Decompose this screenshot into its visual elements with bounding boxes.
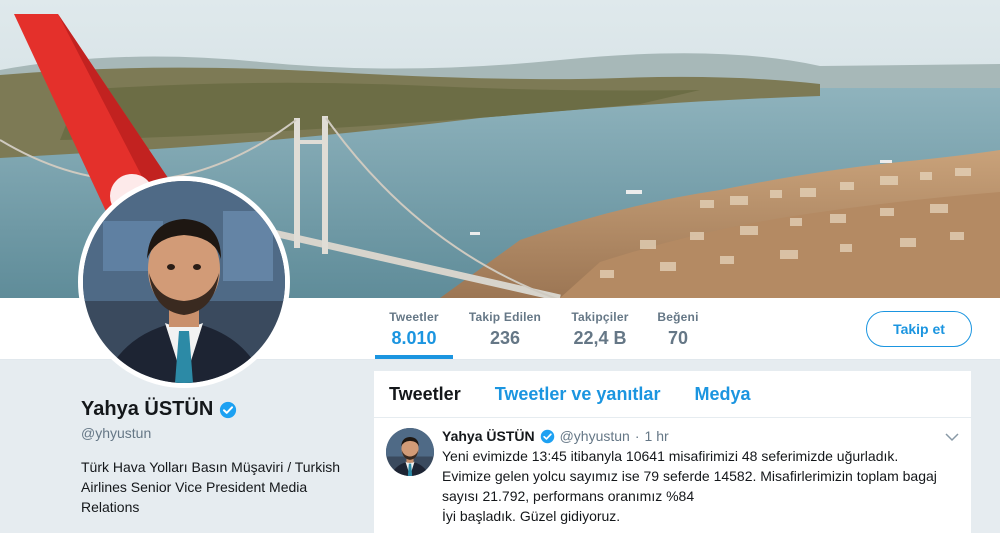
tab-media[interactable]: Medya <box>694 384 750 405</box>
stat-likes-value: 70 <box>667 328 689 348</box>
tweet-author[interactable]: Yahya ÜSTÜN <box>442 428 535 444</box>
stat-likes-label: Beğeni <box>657 310 699 324</box>
timeline-tabs: Tweetler Tweetler ve yanıtlar Medya <box>374 371 971 418</box>
stat-following[interactable]: Takip Edilen 236 <box>465 310 545 349</box>
stat-tweets-value: 8.010 <box>391 328 437 348</box>
tweet-text-line: sayısı 21.792, performans oranımız %84 <box>442 488 695 504</box>
profile-handle: @yhyustun <box>81 425 152 441</box>
tweet-avatar-portrait <box>386 428 434 476</box>
verified-badge-icon <box>540 429 554 443</box>
tab-tweets-and-replies[interactable]: Tweetler ve yanıtlar <box>495 384 661 405</box>
stat-following-label: Takip Edilen <box>468 310 542 324</box>
tweet-header: Yahya ÜSTÜN @yhyustun · 1 hr <box>442 428 956 444</box>
tweet-separator: · <box>634 428 640 444</box>
stat-followers-value: 22,4 B <box>573 328 627 348</box>
follow-button[interactable]: Takip et <box>866 311 972 347</box>
tweet-avatar[interactable] <box>386 428 434 476</box>
stat-tweets[interactable]: Tweetler 8.010 <box>375 310 453 359</box>
stat-followers[interactable]: Takipçiler 22,4 B <box>562 310 638 349</box>
stat-following-value: 236 <box>489 328 521 348</box>
tweet-item[interactable]: Yahya ÜSTÜN @yhyustun · 1 hr Yeni evimiz… <box>374 418 971 533</box>
profile-bio: Türk Hava Yolları Basın Müşaviri / Turki… <box>81 459 341 515</box>
tweet-handle[interactable]: @yhyustun <box>560 428 630 444</box>
chevron-down-icon[interactable] <box>945 432 959 442</box>
tweet-text-line: Evimize gelen yolcu sayımız ise 79 sefer… <box>442 468 937 484</box>
tab-tweets[interactable]: Tweetler <box>389 384 461 405</box>
stat-tweets-label: Tweetler <box>389 310 439 324</box>
profile-photo-portrait <box>83 181 285 383</box>
stat-followers-label: Takipçiler <box>571 310 629 324</box>
stat-likes[interactable]: Beğeni 70 <box>650 310 706 349</box>
profile-name: Yahya ÜSTÜN <box>81 398 237 421</box>
profile-avatar[interactable] <box>78 176 290 388</box>
tweet-text-line: Yeni evimizde 13:45 itibanyla 10641 misa… <box>442 448 899 464</box>
verified-badge-icon <box>220 401 237 418</box>
tweet-text-line: İyi başladık. Güzel gidiyoruz. <box>442 508 621 524</box>
tweet-timestamp[interactable]: 1 hr <box>645 428 669 444</box>
timeline: Tweetler Tweetler ve yanıtlar Medya Yahy… <box>373 370 972 533</box>
tweet-text: Yeni evimizde 13:45 itibanyla 10641 misa… <box>442 446 956 526</box>
profile-name-text: Yahya ÜSTÜN <box>81 398 214 420</box>
